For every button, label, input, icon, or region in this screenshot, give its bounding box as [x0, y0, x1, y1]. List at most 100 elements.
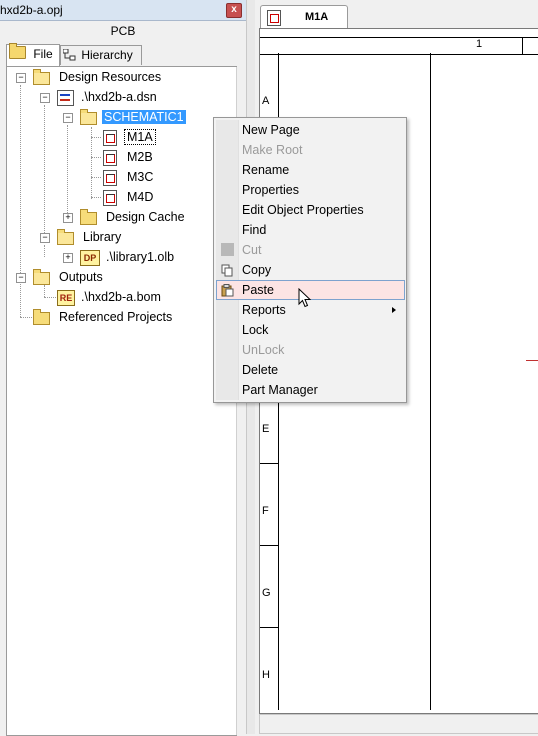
tree-line — [91, 157, 101, 158]
column-separator — [522, 37, 523, 54]
tree-item-label: Design Cache — [106, 210, 185, 224]
menu-item-make-root: Make Root — [216, 140, 404, 160]
menu-item-unlock: UnLock — [216, 340, 404, 360]
tree-item-label: Library — [83, 230, 122, 244]
tree-item-dsn[interactable]: .\hxd2b-a.dsn — [57, 88, 159, 106]
row-label: F — [262, 505, 269, 517]
paste-icon — [221, 283, 234, 297]
menu-item-label: Rename — [242, 163, 290, 177]
folder-icon — [33, 309, 50, 325]
menu-item-label: Delete — [242, 363, 279, 377]
tree-item-label: Design Resources — [59, 70, 162, 84]
collapse-toggle[interactable]: − — [16, 73, 26, 83]
mouse-cursor-icon — [298, 288, 312, 308]
row-separator — [260, 545, 278, 546]
collapse-toggle[interactable]: − — [40, 233, 50, 243]
menu-item-cut: Cut — [216, 240, 404, 260]
copy-icon — [221, 263, 234, 277]
tree-item-outputs[interactable]: Outputs — [33, 268, 105, 286]
tree-item-design-resources[interactable]: Design Resources — [33, 68, 163, 86]
row-separator — [260, 627, 278, 628]
row-separator — [260, 463, 278, 464]
tree-item-library[interactable]: Library — [57, 228, 123, 246]
tree-line — [91, 137, 101, 138]
wire-segment — [526, 360, 538, 361]
tree-item-label: SCHEMATIC1 — [102, 110, 186, 124]
menu-item-properties[interactable]: Properties — [216, 180, 404, 200]
menu-item-label: Edit Object Properties — [242, 203, 364, 217]
menu-item-find[interactable]: Find — [216, 220, 404, 240]
tree-line — [44, 245, 45, 257]
expand-toggle[interactable]: + — [63, 253, 73, 263]
bom-file-icon: RE — [57, 290, 75, 306]
tree-item-label: M2B — [127, 150, 153, 164]
row-label: E — [262, 423, 270, 435]
menu-item-lock[interactable]: Lock — [216, 320, 404, 340]
menu-item-label: Paste — [242, 283, 274, 297]
row-label: A — [262, 95, 270, 107]
column-label: 1 — [476, 38, 483, 50]
tree-line — [44, 285, 45, 297]
submenu-arrow-icon — [392, 307, 396, 313]
tree-item-schematic[interactable]: SCHEMATIC1 — [80, 108, 186, 126]
expand-toggle[interactable]: + — [63, 213, 73, 223]
horizontal-scrollbar[interactable] — [259, 714, 538, 734]
tree-item-library-file[interactable]: DP .\library1.olb — [80, 248, 176, 266]
collapse-toggle[interactable]: − — [40, 93, 50, 103]
folder-icon — [57, 229, 74, 245]
tree-item-label: .\library1.olb — [106, 250, 175, 264]
close-icon[interactable]: x — [226, 3, 242, 18]
tree-item-page[interactable]: M1A — [103, 128, 156, 146]
collapse-toggle[interactable]: − — [16, 273, 26, 283]
tab-hierarchy-label: Hierarchy — [81, 48, 133, 62]
tree-item-label: M4D — [127, 190, 154, 204]
tree-line — [44, 297, 56, 298]
tree-item-label: Referenced Projects — [59, 310, 173, 324]
menu-item-delete[interactable]: Delete — [216, 360, 404, 380]
schematic-page-icon — [267, 10, 281, 26]
menu-item-new-page[interactable]: New Page — [216, 120, 404, 140]
menu-item-rename[interactable]: Rename — [216, 160, 404, 180]
tree-item-page[interactable]: M4D — [103, 188, 155, 206]
folder-icon — [33, 69, 50, 85]
tree-item-page[interactable]: M3C — [103, 168, 155, 186]
menu-item-label: New Page — [242, 123, 300, 137]
project-title: hxd2b-a.opj — [0, 3, 63, 17]
tab-hierarchy[interactable]: Hierarchy — [60, 45, 142, 65]
tree-line — [67, 125, 68, 217]
project-tree: − Design Resources − .\hxd2b-a.dsn − SCH… — [6, 66, 248, 736]
row-label: G — [262, 587, 271, 599]
tree-item-bom[interactable]: RE .\hxd2b-a.bom — [57, 288, 163, 306]
collapse-toggle[interactable]: − — [63, 113, 73, 123]
menu-item-part-manager[interactable]: Part Manager — [216, 380, 404, 400]
project-title-bar: hxd2b-a.opj x — [0, 0, 246, 21]
tab-m1a-label: M1A — [305, 11, 329, 23]
pcb-header: PCB — [110, 24, 136, 38]
menu-item-label: Part Manager — [242, 383, 318, 397]
border-zone-top — [260, 37, 538, 55]
cut-icon — [221, 243, 234, 256]
tree-item-label: M1A — [124, 129, 156, 145]
tree-item-referenced-projects[interactable]: Referenced Projects — [33, 308, 174, 326]
tab-m1a[interactable]: M1A — [260, 5, 348, 29]
tree-item-label: .\hxd2b-a.bom — [81, 290, 161, 304]
tree-item-page[interactable]: M2B — [103, 148, 155, 166]
menu-item-label: Copy — [242, 263, 272, 277]
tree-item-design-cache[interactable]: Design Cache — [80, 208, 187, 226]
project-tabs: File Hierarchy — [0, 43, 246, 66]
tree-item-label: M3C — [127, 170, 154, 184]
tree-line — [91, 177, 101, 178]
hierarchy-icon — [62, 48, 76, 61]
frame-inner-border — [430, 53, 431, 710]
menu-item-label: Find — [242, 223, 267, 237]
schematic-page-icon — [103, 130, 117, 146]
menu-item-label: Reports — [242, 303, 286, 317]
tab-file[interactable]: File — [6, 43, 60, 66]
schematic-page-icon — [103, 150, 117, 166]
tab-file-label: File — [33, 47, 53, 61]
project-manager-pane: hxd2b-a.opj x PCB File Hierarchy − Desig… — [0, 0, 248, 736]
design-file-icon — [57, 90, 74, 106]
library-file-icon: DP — [80, 250, 100, 266]
menu-item-copy[interactable]: Copy — [216, 260, 404, 280]
menu-item-edit-object-properties[interactable]: Edit Object Properties — [216, 200, 404, 220]
